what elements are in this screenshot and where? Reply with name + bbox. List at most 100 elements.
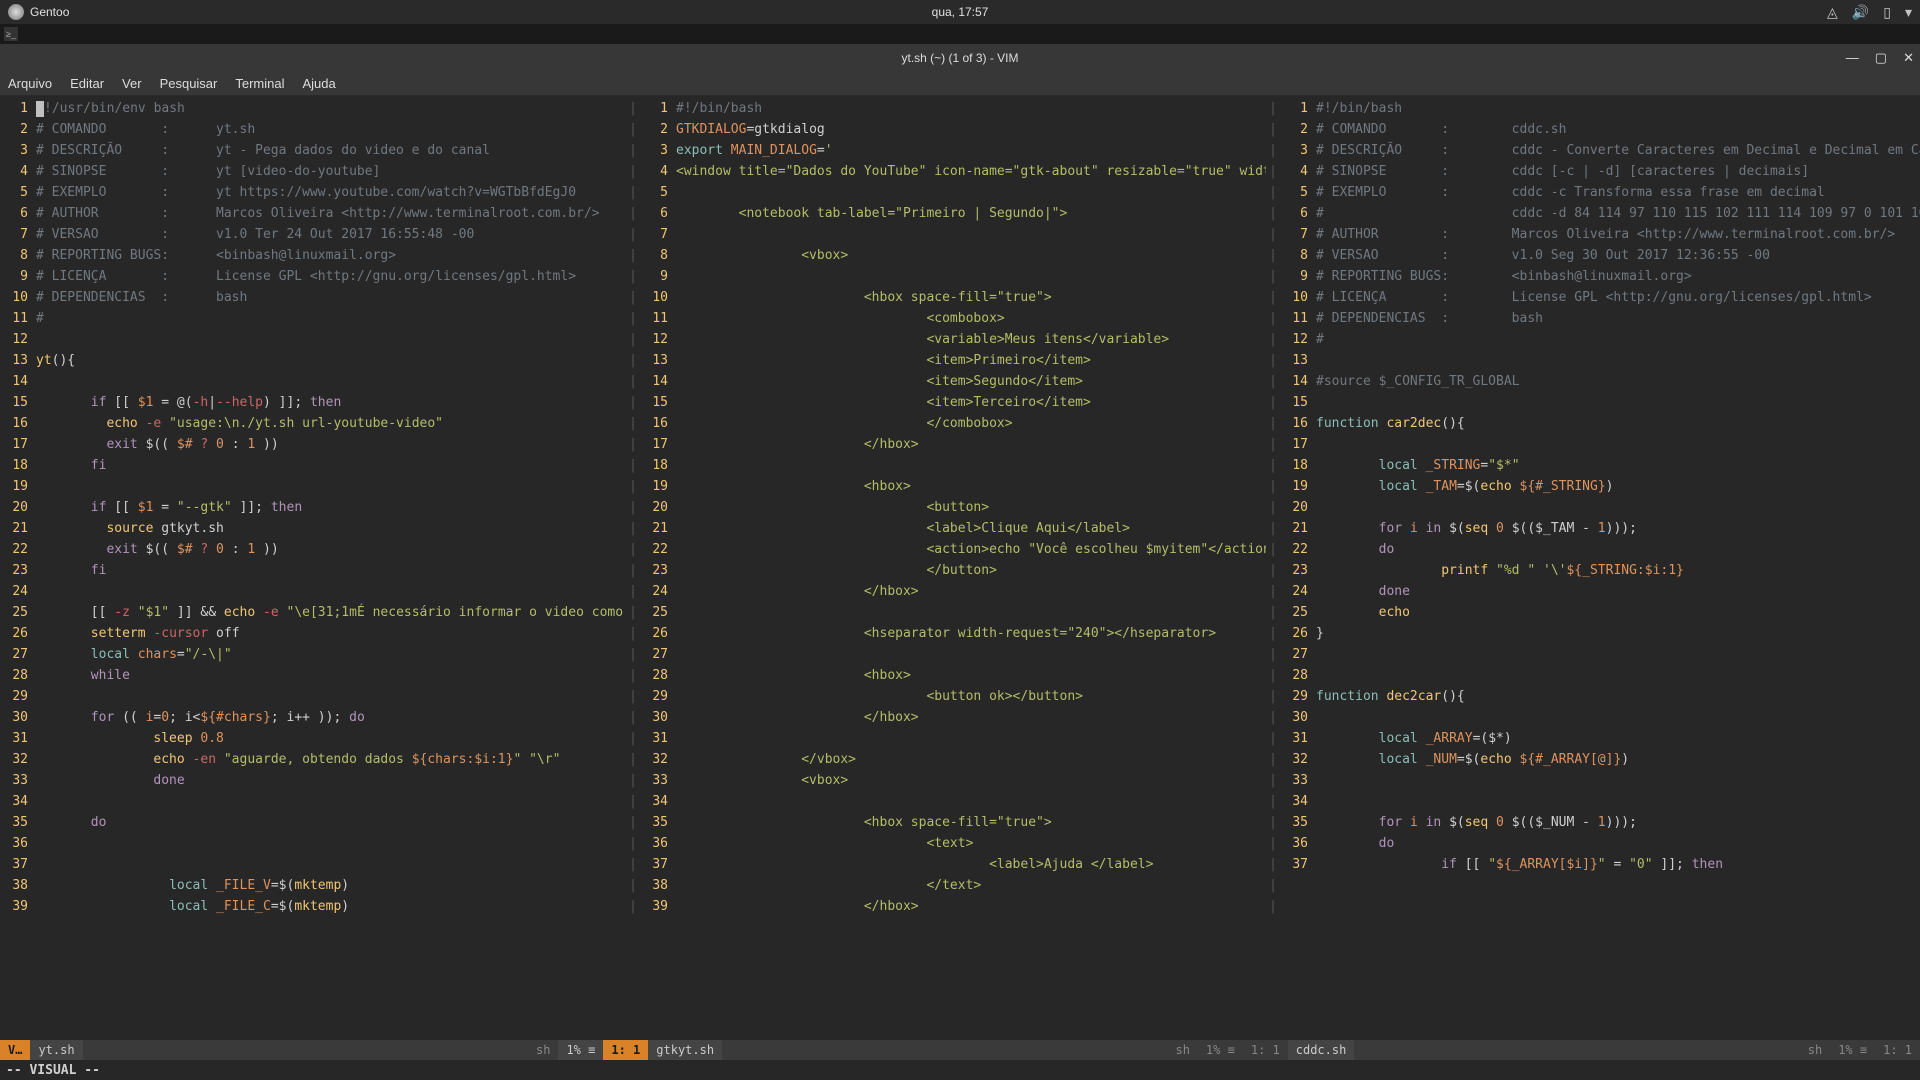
code-line[interactable]: 36 do xyxy=(1280,833,1920,854)
code-content[interactable]: <variable>Meus itens</variable> xyxy=(676,329,1266,350)
code-line[interactable]: 32 local _NUM=$(echo ${#_ARRAY[@]}) xyxy=(1280,749,1920,770)
code-content[interactable]: for i in $(seq 0 $(($_TAM - 1))); xyxy=(1316,518,1920,539)
code-line[interactable]: 19 | xyxy=(0,476,640,497)
code-content[interactable] xyxy=(676,266,1266,287)
code-content[interactable]: # EXEMPLO : cddc -c Transforma essa fras… xyxy=(1316,182,1920,203)
code-line[interactable]: 15 if [[ $1 = @(-h|--help) ]]; then| xyxy=(0,392,640,413)
code-content[interactable]: local _NUM=$(echo ${#_ARRAY[@]}) xyxy=(1316,749,1920,770)
code-content[interactable]: # cddc -d 84 114 97 110 115 102 111 114 … xyxy=(1316,203,1920,224)
code-content[interactable]: # SINOPSE : cddc [-c | -d] [caracteres |… xyxy=(1316,161,1920,182)
code-content[interactable]: # EXEMPLO : yt https://www.youtube.com/w… xyxy=(36,182,626,203)
os-name[interactable]: Gentoo xyxy=(30,5,69,19)
code-content[interactable] xyxy=(36,791,626,812)
code-line[interactable]: 6# AUTHOR : Marcos Oliveira <http://www.… xyxy=(0,203,640,224)
code-line[interactable]: 15 xyxy=(1280,392,1920,413)
code-line[interactable]: 2# COMANDO : yt.sh| xyxy=(0,119,640,140)
code-line[interactable]: 20 xyxy=(1280,497,1920,518)
code-line[interactable]: 1#!/bin/bash| xyxy=(640,98,1280,119)
battery-icon[interactable]: ▯ xyxy=(1883,4,1891,21)
code-line[interactable]: 22 exit $(( $# ? 0 : 1 ))| xyxy=(0,539,640,560)
code-content[interactable] xyxy=(676,644,1266,665)
code-content[interactable]: exit $(( $# ? 0 : 1 )) xyxy=(36,539,626,560)
code-line[interactable]: 3# DESCRIÇÃO : yt - Pega dados do video … xyxy=(0,140,640,161)
code-content[interactable]: # COMANDO : cddc.sh xyxy=(1316,119,1920,140)
code-content[interactable] xyxy=(676,791,1266,812)
code-content[interactable]: do xyxy=(1316,539,1920,560)
code-line[interactable]: 24 </hbox>| xyxy=(640,581,1280,602)
code-content[interactable]: sleep 0.8 xyxy=(36,728,626,749)
code-content[interactable]: </hbox> xyxy=(676,434,1266,455)
code-line[interactable]: 11# DEPENDENCIAS : bash xyxy=(1280,308,1920,329)
code-content[interactable] xyxy=(36,686,626,707)
code-content[interactable]: echo -en "aguarde, obtendo dados ${chars… xyxy=(36,749,626,770)
menu-arquivo[interactable]: Arquivo xyxy=(8,76,52,91)
code-line[interactable]: 17 exit $(( $# ? 0 : 1 ))| xyxy=(0,434,640,455)
code-content[interactable]: <hbox> xyxy=(676,476,1266,497)
code-line[interactable]: 19 local _TAM=$(echo ${#_STRING}) xyxy=(1280,476,1920,497)
code-content[interactable]: <hbox space-fill="true"> xyxy=(676,287,1266,308)
code-content[interactable]: <item>Segundo</item> xyxy=(676,371,1266,392)
code-content[interactable]: echo -e "usage:\n./yt.sh url-youtube-vid… xyxy=(36,413,626,434)
code-line[interactable]: 37 if [[ "${_ARRAY[$i]}" = "0" ]]; then xyxy=(1280,854,1920,875)
code-line[interactable]: 26 setterm -cursor off| xyxy=(0,623,640,644)
code-line[interactable]: 39 </hbox>| xyxy=(640,896,1280,917)
code-line[interactable]: 27 xyxy=(1280,644,1920,665)
code-content[interactable]: # LICENÇA : License GPL <http://gnu.org/… xyxy=(1316,287,1920,308)
code-line[interactable]: 33 done| xyxy=(0,770,640,791)
code-content[interactable]: #!/bin/bash xyxy=(676,98,1266,119)
code-area[interactable]: 1!/usr/bin/env bash|2# COMANDO : yt.sh|3… xyxy=(0,96,1920,1040)
code-content[interactable]: # DEPENDENCIAS : bash xyxy=(1316,308,1920,329)
code-line[interactable]: 33 xyxy=(1280,770,1920,791)
code-content[interactable]: fi xyxy=(36,560,626,581)
code-line[interactable]: 1!/usr/bin/env bash| xyxy=(0,98,640,119)
topbar-clock[interactable]: qua, 17:57 xyxy=(932,5,989,19)
code-line[interactable]: 10# LICENÇA : License GPL <http://gnu.or… xyxy=(1280,287,1920,308)
code-line[interactable]: 29 | xyxy=(0,686,640,707)
code-line[interactable]: 7# VERSAO : v1.0 Ter 24 Out 2017 16:55:4… xyxy=(0,224,640,245)
code-line[interactable]: 31 local _ARRAY=($*) xyxy=(1280,728,1920,749)
code-line[interactable]: 25 echo xyxy=(1280,602,1920,623)
code-line[interactable]: 30 xyxy=(1280,707,1920,728)
terminal-taskbar-icon[interactable]: ≥_ xyxy=(4,27,18,41)
code-content[interactable]: fi xyxy=(36,455,626,476)
code-line[interactable]: 26 <hseparator width-request="240"></hse… xyxy=(640,623,1280,644)
code-line[interactable]: 21 for i in $(seq 0 $(($_TAM - 1))); xyxy=(1280,518,1920,539)
code-content[interactable]: </vbox> xyxy=(676,749,1266,770)
code-content[interactable]: # xyxy=(1316,329,1920,350)
code-line[interactable]: 18 | xyxy=(640,455,1280,476)
code-content[interactable]: local _FILE_C=$(mktemp) xyxy=(36,896,626,917)
window-close-button[interactable]: ✕ xyxy=(1903,50,1914,66)
code-content[interactable]: # REPORTING BUGS: <binbash@linuxmail.org… xyxy=(1316,266,1920,287)
code-line[interactable]: 8# VERSAO : v1.0 Seg 30 Out 2017 12:36:5… xyxy=(1280,245,1920,266)
code-line[interactable]: 29 <button ok></button>| xyxy=(640,686,1280,707)
code-line[interactable]: 23 printf "%d " '\'${_STRING:$i:1} xyxy=(1280,560,1920,581)
code-content[interactable]: !/usr/bin/env bash xyxy=(36,98,626,119)
menu-editar[interactable]: Editar xyxy=(70,76,104,91)
code-line[interactable]: 10 <hbox space-fill="true">| xyxy=(640,287,1280,308)
split-pane-middle[interactable]: 1#!/bin/bash|2GTKDIALOG=gtkdialog|3expor… xyxy=(640,98,1280,1040)
code-line[interactable]: 38 </text>| xyxy=(640,875,1280,896)
code-content[interactable]: if [[ "${_ARRAY[$i]}" = "0" ]]; then xyxy=(1316,854,1920,875)
arrow-down-icon[interactable]: ▾ xyxy=(1905,4,1912,21)
sound-icon[interactable]: 🔊 xyxy=(1852,4,1869,21)
code-line[interactable]: 29function dec2car(){ xyxy=(1280,686,1920,707)
code-line[interactable]: 10# DEPENDENCIAS : bash| xyxy=(0,287,640,308)
code-content[interactable]: [[ -z "$1" ]] && echo -e "\e[31;1mÉ nece… xyxy=(36,602,626,623)
code-content[interactable] xyxy=(1316,434,1920,455)
code-content[interactable] xyxy=(36,581,626,602)
code-line[interactable]: 14 | xyxy=(0,371,640,392)
wifi-icon[interactable]: ◬ xyxy=(1827,4,1838,21)
code-content[interactable]: while xyxy=(36,665,626,686)
code-content[interactable]: done xyxy=(1316,581,1920,602)
code-content[interactable]: # REPORTING BUGS: <binbash@linuxmail.org… xyxy=(36,245,626,266)
code-line[interactable]: 13yt(){| xyxy=(0,350,640,371)
code-content[interactable]: <hbox> xyxy=(676,665,1266,686)
code-line[interactable]: 37 | xyxy=(0,854,640,875)
code-content[interactable] xyxy=(676,728,1266,749)
code-line[interactable]: 37 <label>Ajuda </label>| xyxy=(640,854,1280,875)
code-content[interactable] xyxy=(1316,644,1920,665)
code-line[interactable]: 20 if [[ $1 = "--gtk" ]]; then| xyxy=(0,497,640,518)
code-line[interactable]: 32 </vbox>| xyxy=(640,749,1280,770)
code-content[interactable]: setterm -cursor off xyxy=(36,623,626,644)
code-content[interactable]: <combobox> xyxy=(676,308,1266,329)
